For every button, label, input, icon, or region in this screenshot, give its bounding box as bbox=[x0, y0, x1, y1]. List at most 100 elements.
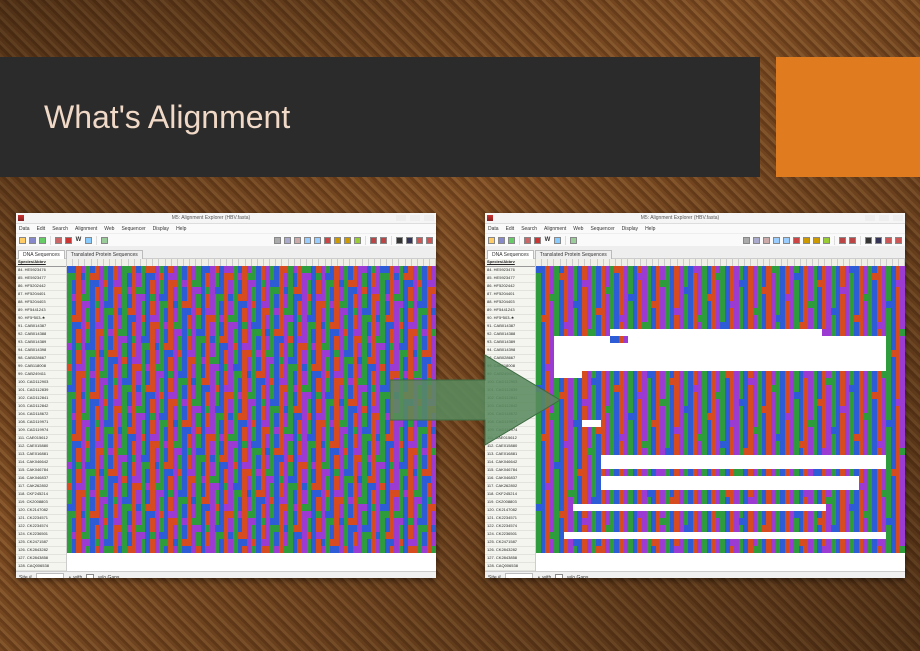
species-header[interactable]: 119. CK2008803 bbox=[485, 499, 535, 507]
species-header[interactable]: 91. CAB014387 bbox=[485, 323, 535, 331]
species-header[interactable]: 88. HF5204403 bbox=[16, 299, 66, 307]
species-header[interactable]: 94. CAB014398 bbox=[16, 347, 66, 355]
species-header[interactable]: 90. HF5*503-★ bbox=[16, 315, 66, 323]
species-header[interactable]: 90. HF5*503-★ bbox=[485, 315, 535, 323]
menu-sequencer[interactable]: Sequencer bbox=[121, 226, 145, 232]
species-header[interactable]: 118. CKF245214 bbox=[16, 491, 66, 499]
species-header[interactable]: 114. CAK046642 bbox=[16, 459, 66, 467]
align-icon[interactable] bbox=[55, 237, 62, 244]
tab-translated-protein-sequences[interactable]: Translated Protein Sequences bbox=[535, 250, 612, 259]
species-header[interactable]: 92. CAB014388 bbox=[16, 331, 66, 339]
species-header[interactable]: 128. CAQ006538 bbox=[16, 563, 66, 571]
species-header[interactable]: 102. CAD112841 bbox=[16, 395, 66, 403]
species-header[interactable]: 108. CAD119971 bbox=[16, 419, 66, 427]
view-icon[interactable] bbox=[85, 237, 92, 244]
menu-help[interactable]: Help bbox=[176, 226, 186, 232]
species-header[interactable]: 99. CAB118008 bbox=[16, 363, 66, 371]
species-header[interactable]: 117. CAK262802 bbox=[485, 483, 535, 491]
menu-web[interactable]: Web bbox=[104, 226, 114, 232]
tab-dna-sequences[interactable]: DNA Sequences bbox=[487, 250, 534, 259]
species-header[interactable]: 128. CAQ006538 bbox=[485, 563, 535, 571]
close-button[interactable] bbox=[893, 215, 903, 221]
species-header[interactable]: 122. CK2234574 bbox=[16, 523, 66, 531]
species-header[interactable]: 104. CAD118672 bbox=[16, 411, 66, 419]
save-icon[interactable] bbox=[29, 237, 36, 244]
species-header[interactable]: 86. HF5202442 bbox=[485, 283, 535, 291]
site-number-field[interactable] bbox=[36, 573, 64, 578]
del-icon[interactable] bbox=[324, 237, 331, 244]
species-header[interactable]: 88. HF5204403 bbox=[485, 299, 535, 307]
mark-icon[interactable] bbox=[354, 237, 361, 244]
species-header[interactable]: 120. CK2147082 bbox=[16, 507, 66, 515]
species-header[interactable]: 84. HE5923476 bbox=[485, 267, 535, 275]
minimize-button[interactable] bbox=[396, 215, 406, 221]
menu-alignment[interactable]: Alignment bbox=[75, 226, 97, 232]
tool-icon[interactable] bbox=[101, 237, 108, 244]
find-prev-icon[interactable] bbox=[334, 237, 341, 244]
search2-icon[interactable] bbox=[406, 237, 413, 244]
tab-translated-protein-sequences[interactable]: Translated Protein Sequences bbox=[66, 250, 143, 259]
search-icon[interactable] bbox=[865, 237, 872, 244]
species-header[interactable]: 121. CK2234571 bbox=[485, 515, 535, 523]
paste-icon[interactable] bbox=[763, 237, 770, 244]
site-number-field[interactable] bbox=[505, 573, 533, 578]
species-header[interactable]: 112. CAE015880 bbox=[16, 443, 66, 451]
del-icon[interactable] bbox=[793, 237, 800, 244]
species-header[interactable]: 103. CAD112842 bbox=[16, 403, 66, 411]
open-icon[interactable] bbox=[19, 237, 26, 244]
menu-help[interactable]: Help bbox=[645, 226, 655, 232]
menu-sequencer[interactable]: Sequencer bbox=[590, 226, 614, 232]
menu-edit[interactable]: Edit bbox=[37, 226, 46, 232]
species-header[interactable]: 126. CK2843282 bbox=[485, 547, 535, 555]
bookmark-icon[interactable] bbox=[416, 237, 423, 244]
go-next-icon[interactable] bbox=[380, 237, 387, 244]
species-header[interactable]: 113. CAE016881 bbox=[485, 451, 535, 459]
go-prev-icon[interactable] bbox=[370, 237, 377, 244]
species-header[interactable]: 115. CAK046784 bbox=[16, 467, 66, 475]
maximize-button[interactable] bbox=[410, 215, 420, 221]
menu-display[interactable]: Display bbox=[153, 226, 169, 232]
save-icon[interactable] bbox=[498, 237, 505, 244]
species-header[interactable]: 99. CAB249411 bbox=[16, 371, 66, 379]
species-header[interactable]: 126. CK2843282 bbox=[16, 547, 66, 555]
species-header[interactable]: 113. CAE016881 bbox=[16, 451, 66, 459]
minimize-button[interactable] bbox=[865, 215, 875, 221]
species-header[interactable]: 124. CK2236501 bbox=[16, 531, 66, 539]
cut-icon[interactable] bbox=[743, 237, 750, 244]
view-icon[interactable] bbox=[554, 237, 561, 244]
W-icon[interactable]: W bbox=[544, 237, 551, 243]
paste-icon[interactable] bbox=[294, 237, 301, 244]
species-header[interactable]: 114. CAK046642 bbox=[485, 459, 535, 467]
find-prev-icon[interactable] bbox=[803, 237, 810, 244]
search2-icon[interactable] bbox=[875, 237, 882, 244]
find-next-icon[interactable] bbox=[813, 237, 820, 244]
species-header[interactable]: 119. CK2008803 bbox=[16, 499, 66, 507]
species-header[interactable]: 91. CAB014387 bbox=[16, 323, 66, 331]
species-header[interactable]: 98. CAB028667 bbox=[16, 355, 66, 363]
copy-icon[interactable] bbox=[753, 237, 760, 244]
menu-data[interactable]: Data bbox=[488, 226, 499, 232]
menu-display[interactable]: Display bbox=[622, 226, 638, 232]
run-icon[interactable] bbox=[39, 237, 46, 244]
species-header[interactable]: 116. CAK046837 bbox=[16, 475, 66, 483]
open-icon[interactable] bbox=[488, 237, 495, 244]
species-header[interactable]: 125. CK2471587 bbox=[485, 539, 535, 547]
species-header[interactable]: 111. CAE015612 bbox=[16, 435, 66, 443]
menu-data[interactable]: Data bbox=[19, 226, 30, 232]
species-header[interactable]: 85. HE5923477 bbox=[485, 275, 535, 283]
mark-icon[interactable] bbox=[823, 237, 830, 244]
species-header[interactable]: 84. HE5923476 bbox=[16, 267, 66, 275]
go-prev-icon[interactable] bbox=[839, 237, 846, 244]
undo-icon[interactable] bbox=[773, 237, 780, 244]
stop-icon[interactable] bbox=[65, 237, 72, 244]
species-header[interactable]: 115. CAK046784 bbox=[485, 467, 535, 475]
undo-icon[interactable] bbox=[304, 237, 311, 244]
run-icon[interactable] bbox=[508, 237, 515, 244]
with-gaps-checkbox[interactable] bbox=[555, 574, 563, 579]
W-icon[interactable]: W bbox=[75, 237, 82, 243]
flag-icon[interactable] bbox=[426, 237, 433, 244]
species-header[interactable]: 89. HF5441243 bbox=[16, 307, 66, 315]
species-header[interactable]: 118. CKF245214 bbox=[485, 491, 535, 499]
species-header[interactable]: 93. CAB014389 bbox=[485, 339, 535, 347]
bookmark-icon[interactable] bbox=[885, 237, 892, 244]
